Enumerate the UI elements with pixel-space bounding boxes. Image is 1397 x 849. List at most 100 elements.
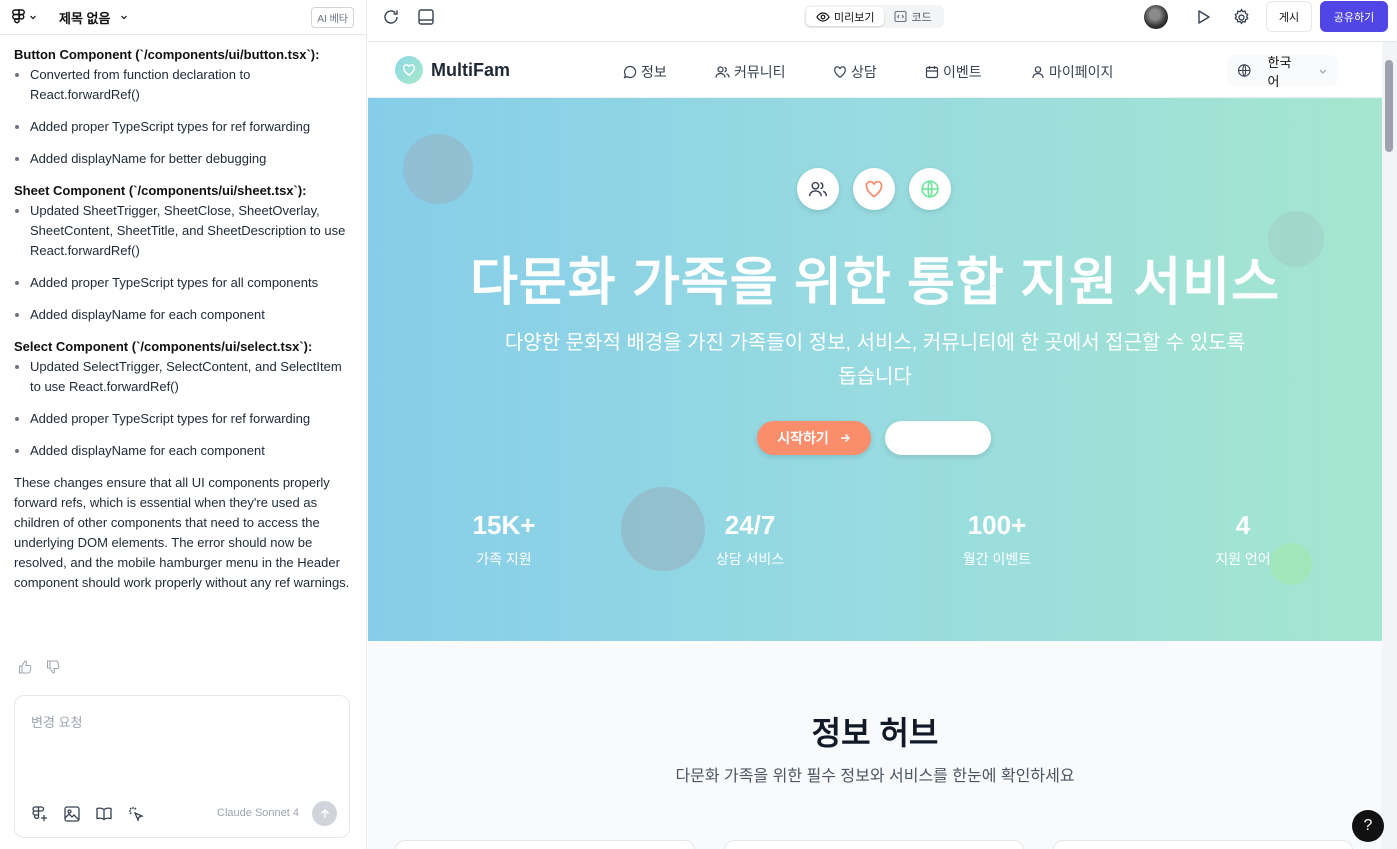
- list-item: Added displayName for each component: [30, 305, 352, 325]
- stat-label: 월간 이벤트: [962, 551, 1032, 567]
- select-element-icon[interactable]: [127, 805, 145, 823]
- scrollbar-thumb[interactable]: [1385, 60, 1393, 152]
- image-icon[interactable]: [63, 805, 81, 823]
- send-button[interactable]: [312, 801, 337, 826]
- thumbs-up-icon[interactable]: [18, 660, 32, 674]
- summary-paragraph: These changes ensure that all UI compone…: [14, 475, 350, 590]
- nav-item-label: 상담: [851, 64, 877, 80]
- preview-scrollbar[interactable]: [1382, 42, 1397, 849]
- code-icon: [894, 10, 908, 23]
- language-select[interactable]: 한국어: [1227, 55, 1338, 89]
- change-list: Converted from function declaration to R…: [14, 65, 352, 169]
- list-item: Added proper TypeScript types for ref fo…: [30, 409, 352, 429]
- info-card[interactable]: [1053, 840, 1353, 849]
- stat-events: 100+ 월간 이벤트: [917, 510, 1077, 569]
- tab-preview[interactable]: 미리보기: [806, 7, 885, 26]
- tab-code[interactable]: 코드: [884, 7, 941, 26]
- chat-panel: 제목 없음 AI 베타 Button Component (`/componen…: [0, 0, 367, 849]
- decorative-bubble: [403, 134, 473, 204]
- chevron-down-icon: [121, 15, 128, 20]
- chevron-down-icon: [30, 15, 36, 20]
- language-value: 한국어: [1267, 54, 1292, 89]
- section-heading: Sheet Component (`/components/ui/sheet.t…: [14, 183, 307, 198]
- tab-code-label: 코드: [911, 11, 932, 24]
- list-item: Updated SelectTrigger, SelectContent, an…: [30, 357, 352, 397]
- nav-item-label: 정보: [641, 64, 667, 80]
- change-request-input[interactable]: 변경 요청 Claude Sonnet 4: [14, 695, 350, 838]
- nav-item-mypage[interactable]: 마이페이지: [1031, 62, 1113, 82]
- avatar[interactable]: [1144, 5, 1168, 29]
- secondary-button[interactable]: [885, 421, 991, 455]
- input-placeholder: 변경 요청: [31, 715, 83, 730]
- arrow-up-icon: [320, 808, 329, 818]
- start-button-label: 시작하기: [777, 430, 829, 446]
- start-button[interactable]: 시작하기: [757, 421, 871, 455]
- publish-button[interactable]: 게시: [1266, 1, 1312, 32]
- preview-toolbar: 미리보기 코드 게시 공유하기: [368, 0, 1397, 34]
- stat-label: 가족 지원: [476, 551, 532, 567]
- info-card[interactable]: [395, 840, 695, 849]
- stat-value: 4: [1235, 510, 1251, 540]
- refresh-icon[interactable]: [382, 8, 400, 26]
- user-icon: [1032, 66, 1044, 79]
- nav-item-community[interactable]: 커뮤니티: [715, 62, 786, 82]
- share-button[interactable]: 공유하기: [1320, 1, 1388, 32]
- section-title: 정보 허브: [811, 715, 939, 751]
- view-toggle: 미리보기 코드: [804, 5, 944, 28]
- gear-icon[interactable]: [1232, 8, 1251, 27]
- users-icon: [715, 66, 730, 78]
- stat-languages: 4 지원 언어: [1163, 510, 1323, 569]
- figma-add-icon[interactable]: [31, 805, 49, 823]
- figma-logo-icon: [12, 9, 25, 24]
- info-hub-section: 정보 허브 다문화 가족을 위한 필수 정보와 서비스를 한눈에 확인하세요: [368, 641, 1382, 849]
- globe-icon: [1237, 64, 1251, 77]
- list-item: Converted from function declaration to R…: [30, 65, 352, 105]
- nav-item-info[interactable]: 정보: [623, 62, 667, 82]
- section-heading: Select Component (`/components/ui/select…: [14, 339, 313, 354]
- hero-icon-row: [797, 168, 951, 210]
- section-subtitle: 다문화 가족을 위한 필수 정보와 서비스를 한눈에 확인하세요: [675, 768, 1075, 785]
- site-preview: MultiFam 정보 커뮤니티 상담 이벤트 마이페이지 한국어 다문화 가족…: [368, 42, 1382, 849]
- list-item: Added displayName for better debugging: [30, 149, 352, 169]
- nav-item-label: 이벤트: [943, 64, 982, 80]
- stat-families: 15K+ 가족 지원: [424, 510, 584, 569]
- heart-icon: [834, 66, 846, 78]
- site-header: MultiFam 정보 커뮤니티 상담 이벤트 마이페이지 한국어: [368, 42, 1382, 98]
- chat-panel-header: 제목 없음 AI 베타: [0, 0, 366, 34]
- nav-item-label: 마이페이지: [1049, 64, 1114, 80]
- list-item: Updated SheetTrigger, SheetClose, SheetO…: [30, 201, 352, 261]
- tab-preview-label: 미리보기: [834, 11, 875, 24]
- list-item: Added proper TypeScript types for all co…: [30, 273, 352, 293]
- stat-counseling: 24/7 상담 서비스: [670, 510, 830, 569]
- hero-title: 다문화 가족을 위한 통합 지원 서비스: [470, 254, 1280, 312]
- stat-value: 100+: [967, 510, 1027, 540]
- project-title-dropdown[interactable]: 제목 없음: [59, 8, 128, 27]
- arrow-right-icon: [840, 434, 850, 442]
- stat-label: 상담 서비스: [715, 551, 785, 567]
- panel-layout-icon[interactable]: [417, 8, 435, 26]
- globe-icon: [909, 168, 951, 210]
- users-icon: [797, 168, 839, 210]
- stat-value: 24/7: [724, 510, 776, 540]
- heart-logo-icon: [395, 56, 423, 84]
- heart-icon: [853, 168, 895, 210]
- calendar-icon: [925, 66, 939, 79]
- help-button[interactable]: ?: [1352, 810, 1384, 842]
- app-menu-button[interactable]: [12, 9, 37, 25]
- thumbs-down-icon[interactable]: [46, 660, 60, 674]
- stat-label: 지원 언어: [1215, 551, 1271, 567]
- site-logo[interactable]: MultiFam: [395, 56, 510, 84]
- book-icon[interactable]: [95, 805, 113, 823]
- nav-item-events[interactable]: 이벤트: [925, 62, 982, 82]
- model-selector[interactable]: Claude Sonnet 4: [217, 807, 299, 819]
- section-heading: Button Component (`/components/ui/button…: [14, 47, 320, 62]
- nav-item-counseling[interactable]: 상담: [833, 62, 877, 82]
- change-list: Updated SelectTrigger, SelectContent, an…: [14, 357, 352, 461]
- message-circle-icon: [623, 65, 637, 79]
- info-card[interactable]: [724, 840, 1024, 849]
- change-list: Updated SheetTrigger, SheetClose, SheetO…: [14, 201, 352, 325]
- stat-value: 15K+: [472, 510, 536, 540]
- chevron-down-icon: [1319, 69, 1327, 74]
- play-icon[interactable]: [1194, 8, 1212, 26]
- ai-beta-badge: AI 베타: [311, 6, 354, 28]
